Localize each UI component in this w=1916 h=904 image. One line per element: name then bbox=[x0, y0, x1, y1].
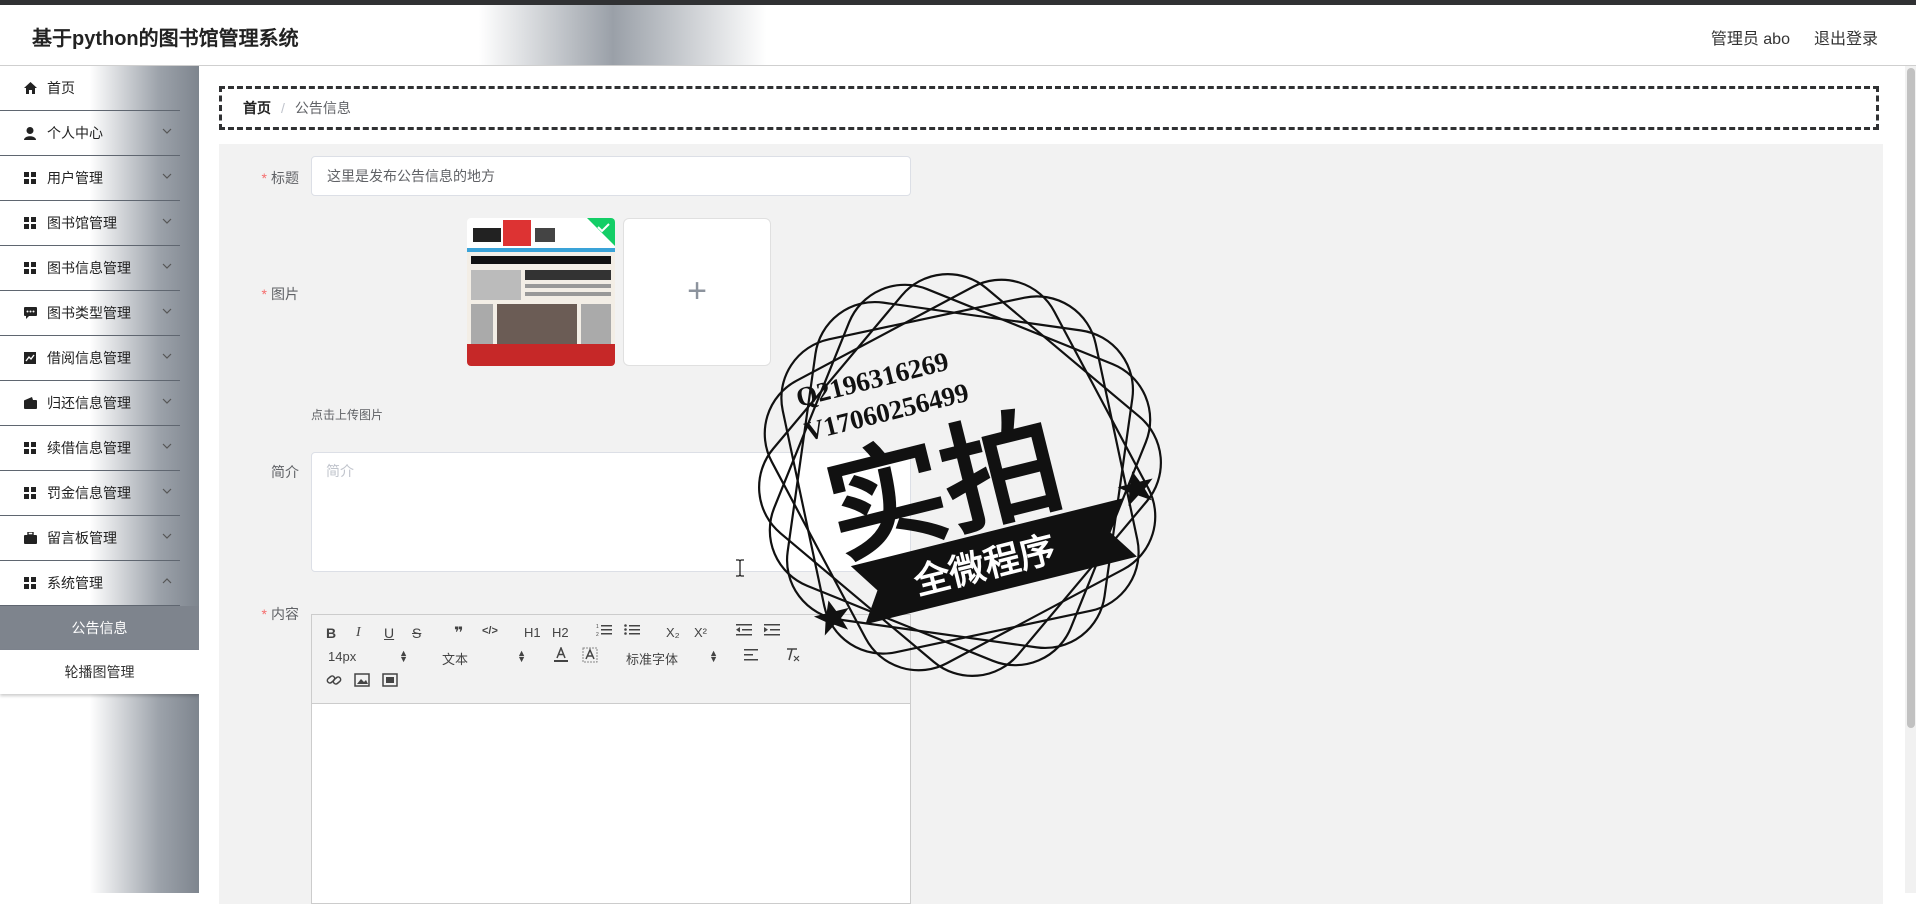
underline-button[interactable]: U bbox=[384, 625, 394, 641]
breadcrumb: 首页 / 公告信息 bbox=[219, 86, 1879, 130]
chevron-down-icon bbox=[162, 218, 172, 224]
ordered-list-icon[interactable]: 12 bbox=[596, 623, 612, 640]
font-size-select[interactable]: 14px ▲ ▼ bbox=[328, 649, 408, 665]
page-scrollbar[interactable] bbox=[1905, 66, 1916, 893]
sidebar-item-label: 续借信息管理 bbox=[47, 440, 131, 456]
title-label: * 标题 bbox=[261, 170, 299, 186]
link-icon[interactable] bbox=[326, 673, 342, 690]
blockquote-button[interactable]: ❞ bbox=[454, 623, 463, 643]
chart-icon bbox=[23, 351, 37, 365]
sidebar: 首页 个人中心 用户管理 图书馆管理 图书信息管理 图书类型管理 借阅信息管理 … bbox=[0, 66, 199, 893]
sidebar-item-message-board[interactable]: 留言板管理 bbox=[0, 516, 180, 561]
svg-text:1: 1 bbox=[596, 624, 599, 630]
home-icon bbox=[23, 81, 37, 95]
paragraph-select[interactable]: 文本 ▲ ▼ bbox=[442, 649, 526, 668]
svg-text:2: 2 bbox=[596, 632, 599, 637]
grid-icon bbox=[23, 441, 37, 455]
subscript-button[interactable]: X₂ bbox=[666, 625, 680, 640]
sidebar-subitem-carousel[interactable]: 轮播图管理 bbox=[0, 650, 199, 694]
chevron-down-icon bbox=[162, 173, 172, 179]
app-header: 基于python的图书馆管理系统 管理员 abo 退出登录 bbox=[0, 5, 1916, 66]
watermark-stamp: Q2196316269 V17060256499 实拍 全微程序 bbox=[740, 255, 1180, 695]
editor-content-area[interactable] bbox=[312, 704, 910, 903]
sidebar-item-home[interactable]: 首页 bbox=[0, 66, 180, 111]
user-icon bbox=[23, 126, 37, 140]
sidebar-item-label: 图书类型管理 bbox=[47, 305, 131, 321]
sidebar-item-label: 图书信息管理 bbox=[47, 260, 131, 276]
sidebar-item-library[interactable]: 图书馆管理 bbox=[0, 201, 180, 246]
background-color-icon[interactable] bbox=[582, 647, 598, 666]
grid-icon bbox=[23, 261, 37, 275]
breadcrumb-separator: / bbox=[281, 100, 285, 116]
sidebar-item-label: 个人中心 bbox=[47, 125, 103, 141]
sidebar-item-label: 借阅信息管理 bbox=[47, 350, 131, 366]
chevron-down-icon bbox=[162, 398, 172, 404]
chevron-down-icon bbox=[162, 488, 172, 494]
uploaded-image-thumbnail[interactable] bbox=[467, 218, 615, 366]
sidebar-item-system[interactable]: 系统管理 bbox=[0, 561, 180, 606]
sidebar-item-label: 归还信息管理 bbox=[47, 395, 131, 411]
wallet-icon bbox=[23, 396, 37, 410]
chevron-down-icon bbox=[162, 308, 172, 314]
sidebar-item-book-info[interactable]: 图书信息管理 bbox=[0, 246, 180, 291]
sidebar-item-borrow[interactable]: 借阅信息管理 bbox=[0, 336, 180, 381]
scrollbar-thumb[interactable] bbox=[1907, 68, 1915, 728]
sidebar-item-book-type[interactable]: 图书类型管理 bbox=[0, 291, 180, 336]
sidebar-item-users[interactable]: 用户管理 bbox=[0, 156, 180, 201]
strike-button[interactable]: S bbox=[412, 625, 421, 641]
video-icon[interactable] bbox=[382, 673, 398, 690]
code-block-button[interactable]: </> bbox=[482, 625, 498, 637]
sidebar-item-label: 留言板管理 bbox=[47, 530, 117, 546]
chevron-down-icon bbox=[162, 263, 172, 269]
intro-label: 简介 bbox=[271, 464, 299, 480]
font-color-icon[interactable] bbox=[554, 645, 568, 666]
upload-tip: 点击上传图片 bbox=[311, 408, 384, 422]
app-title: 基于python的图书馆管理系统 bbox=[32, 28, 299, 50]
sidebar-subitem-notice[interactable]: 公告信息 bbox=[0, 606, 199, 650]
h1-button[interactable]: H1 bbox=[524, 625, 541, 640]
chevron-down-icon bbox=[162, 353, 172, 359]
sidebar-item-return[interactable]: 归还信息管理 bbox=[0, 381, 180, 426]
sidebar-item-renew[interactable]: 续借信息管理 bbox=[0, 426, 180, 471]
chevron-down-icon bbox=[162, 128, 172, 134]
comment-icon bbox=[23, 306, 37, 320]
title-input[interactable]: 这里是发布公告信息的地方 bbox=[311, 156, 911, 196]
sidebar-item-label: 首页 bbox=[47, 80, 75, 96]
font-family-select[interactable]: 标准字体 ▲ ▼ bbox=[626, 649, 718, 668]
chevron-down-icon bbox=[162, 443, 172, 449]
image-label: * 图片 bbox=[261, 286, 299, 302]
sidebar-item-label: 用户管理 bbox=[47, 170, 103, 186]
sidebar-item-label: 图书馆管理 bbox=[47, 215, 117, 231]
sidebar-item-fine[interactable]: 罚金信息管理 bbox=[0, 471, 180, 516]
grid-icon bbox=[23, 486, 37, 500]
sidebar-item-label: 系统管理 bbox=[47, 575, 103, 591]
chevron-down-icon bbox=[162, 533, 172, 539]
superscript-button[interactable]: X² bbox=[694, 625, 707, 640]
header-actions: 管理员 abo 退出登录 bbox=[1711, 25, 1878, 49]
image-icon[interactable] bbox=[354, 673, 370, 690]
sidebar-item-label: 罚金信息管理 bbox=[47, 485, 131, 501]
grid-icon bbox=[23, 576, 37, 590]
breadcrumb-home[interactable]: 首页 bbox=[243, 98, 271, 118]
chevron-up-icon bbox=[162, 578, 172, 584]
bullet-list-icon[interactable] bbox=[624, 623, 640, 640]
sidebar-item-profile[interactable]: 个人中心 bbox=[0, 111, 180, 156]
logout-button[interactable]: 退出登录 bbox=[1814, 25, 1878, 49]
bold-button[interactable]: B bbox=[326, 625, 336, 641]
h2-button[interactable]: H2 bbox=[552, 625, 569, 640]
user-label[interactable]: 管理员 abo bbox=[1711, 25, 1790, 49]
italic-button[interactable]: I bbox=[356, 625, 361, 641]
briefcase-icon bbox=[23, 531, 37, 545]
grid-icon bbox=[23, 216, 37, 230]
grid-icon bbox=[23, 171, 37, 185]
breadcrumb-current: 公告信息 bbox=[294, 100, 351, 116]
content-label: * 内容 bbox=[261, 606, 299, 622]
